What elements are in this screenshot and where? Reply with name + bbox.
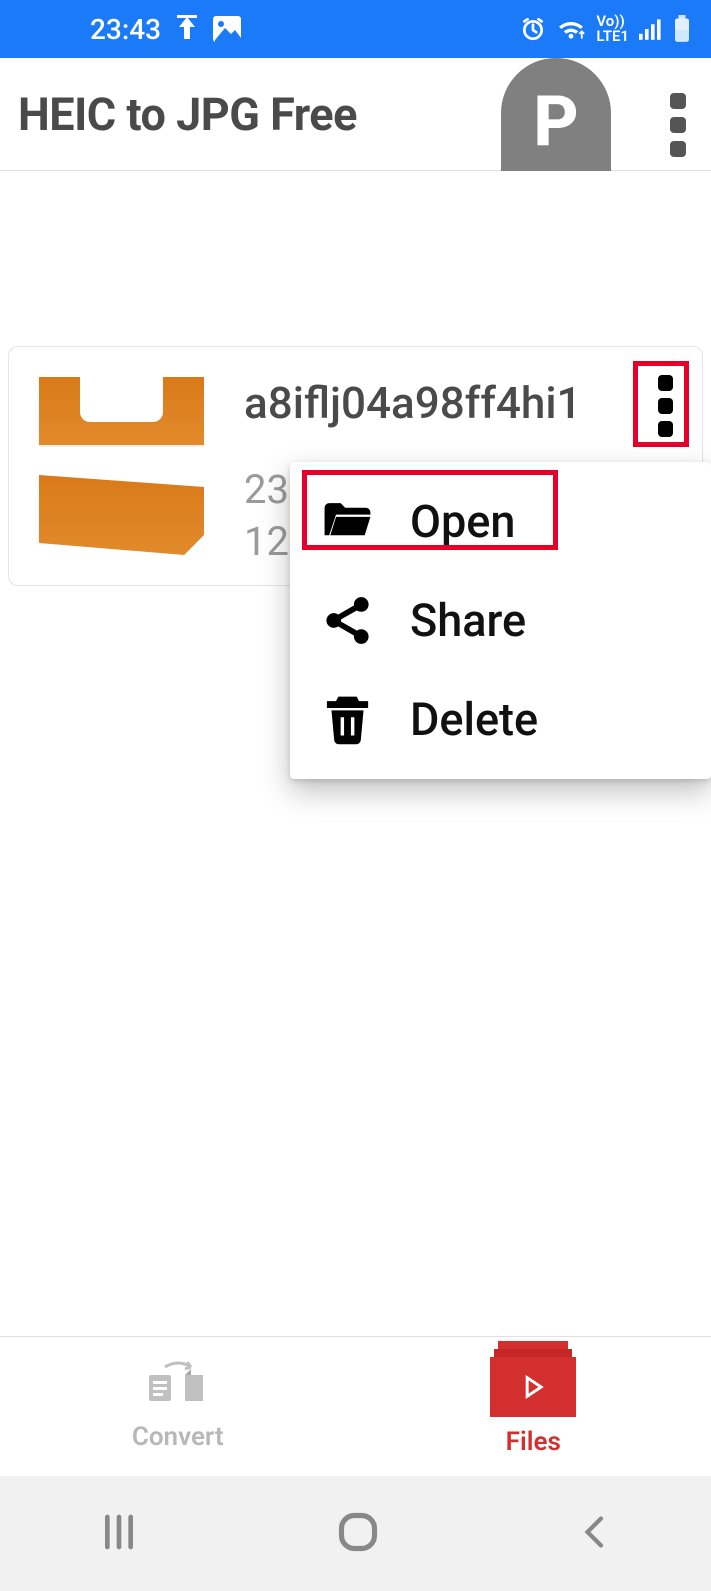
status-time: 23:43 <box>90 13 161 46</box>
menu-open[interactable]: Open <box>290 472 711 571</box>
back-button[interactable] <box>577 1512 613 1556</box>
app-more-button[interactable] <box>670 93 686 157</box>
image-icon <box>213 16 241 42</box>
tab-convert[interactable]: Convert <box>0 1337 356 1476</box>
bottom-nav: Convert Files <box>0 1336 711 1476</box>
menu-delete-label: Delete <box>410 693 538 746</box>
recents-button[interactable] <box>99 1512 139 1556</box>
trash-icon <box>320 692 375 747</box>
network-label: Vo)) LTE1 <box>596 14 629 44</box>
signal-icon <box>639 18 663 40</box>
system-nav <box>0 1476 711 1591</box>
file-more-button[interactable] <box>644 365 687 447</box>
home-button[interactable] <box>336 1510 380 1558</box>
tab-files[interactable]: Files <box>356 1337 711 1476</box>
status-bar: 23:43 Vo)) LTE1 <box>0 0 711 58</box>
menu-share[interactable]: Share <box>290 571 711 670</box>
tab-files-label: Files <box>506 1427 561 1457</box>
menu-delete[interactable]: Delete <box>290 670 711 769</box>
status-left: 23:43 <box>90 13 241 46</box>
battery-icon <box>673 15 691 43</box>
file-thumbnail <box>39 377 204 555</box>
file-name: a8iflj04a98ff4hi1 <box>244 377 702 429</box>
premium-badge[interactable]: P <box>501 58 611 171</box>
convert-icon <box>145 1361 211 1412</box>
app-bar: HEIC to JPG Free P <box>0 58 711 171</box>
context-menu: Open Share Delete <box>290 462 711 779</box>
share-icon <box>320 593 375 648</box>
alarm-icon <box>520 16 546 42</box>
tab-convert-label: Convert <box>132 1422 224 1452</box>
files-icon <box>490 1357 576 1417</box>
menu-open-label: Open <box>410 495 515 548</box>
folder-open-icon <box>320 494 375 549</box>
wifi-icon <box>556 17 586 41</box>
status-right: Vo)) LTE1 <box>520 14 691 44</box>
menu-share-label: Share <box>410 594 526 647</box>
app-title: HEIC to JPG Free <box>18 88 357 141</box>
upload-icon <box>175 15 199 43</box>
